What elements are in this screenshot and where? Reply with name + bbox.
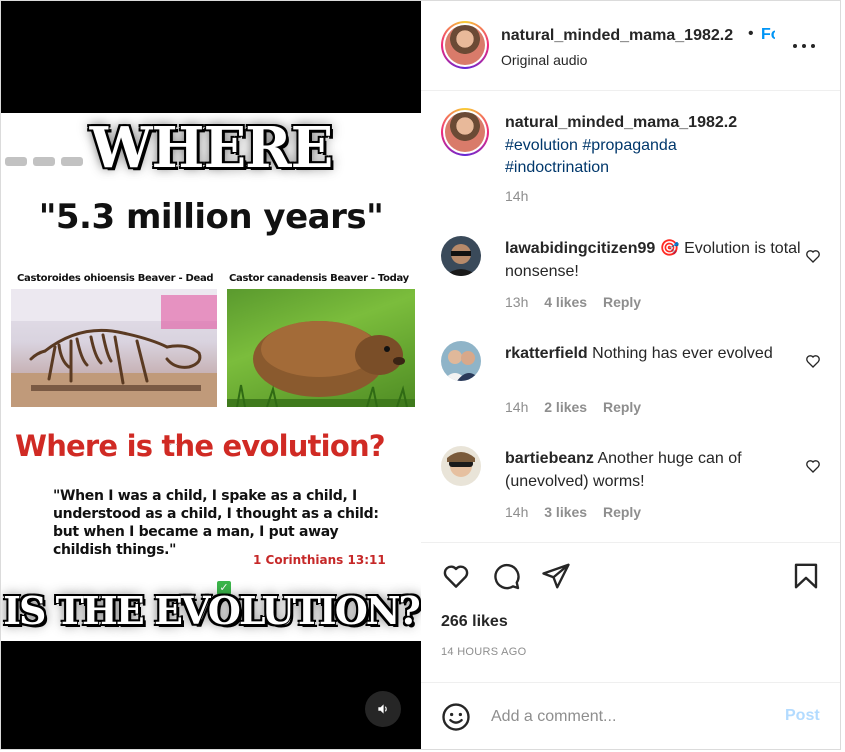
- comment-likes[interactable]: 3 likes: [544, 504, 587, 520]
- comment-icon[interactable]: [491, 561, 521, 591]
- comment-item: lawabidingcitizen99 🎯 Evolution is total…: [421, 236, 840, 336]
- post-timestamp[interactable]: 14 HOURS AGO: [441, 646, 527, 658]
- comment-time[interactable]: 14h: [505, 504, 528, 520]
- reply-button[interactable]: Reply: [603, 399, 641, 415]
- caption-time[interactable]: 14h: [505, 188, 528, 204]
- post-comment-button[interactable]: Post: [785, 707, 820, 725]
- comment-like-icon[interactable]: [805, 458, 821, 474]
- comment-meta: 14h 3 likes Reply: [505, 504, 653, 520]
- comment-text: lawabidingcitizen99 🎯 Evolution is total…: [505, 238, 805, 283]
- comment-username[interactable]: bartiebeanz: [505, 450, 594, 467]
- comment-like-icon[interactable]: [805, 248, 821, 264]
- comment-likes[interactable]: 4 likes: [544, 294, 587, 310]
- more-options-icon[interactable]: [791, 41, 817, 51]
- emoji-icon[interactable]: [441, 702, 471, 732]
- comment-text: rkatterfield Nothing has ever evolved: [505, 343, 805, 366]
- post-caption: natural_minded_mama_1982.2 #evolution #p…: [505, 112, 805, 180]
- hashtag-indoctrination[interactable]: #indoctrination: [505, 159, 609, 176]
- comment-text: bartiebeanz Another huge can of (unevolv…: [505, 448, 805, 493]
- reply-button[interactable]: Reply: [603, 294, 641, 310]
- follow-button[interactable]: Fo: [761, 26, 775, 44]
- speaker-icon: [378, 704, 387, 714]
- comment-item: bartiebeanz Another huge can of (unevolv…: [421, 446, 840, 546]
- comment-meta: 13h 4 likes Reply: [505, 294, 653, 310]
- post-image: "5.3 million years" Castoroides ohioensi…: [1, 113, 421, 641]
- likes-count[interactable]: 266 likes: [441, 613, 508, 631]
- fossil-skeleton-image: [11, 289, 217, 407]
- caption-username[interactable]: natural_minded_mama_1982.2: [505, 114, 737, 131]
- caption-right: Castor canadensis Beaver - Today: [229, 273, 409, 284]
- comment-body: Nothing has ever evolved: [592, 345, 773, 362]
- author-avatar[interactable]: [441, 21, 489, 69]
- audio-label[interactable]: Original audio: [501, 52, 587, 68]
- comment-time[interactable]: 13h: [505, 294, 528, 310]
- watermark-text: · · ·: [169, 439, 185, 450]
- reply-button[interactable]: Reply: [603, 504, 641, 520]
- headline-text: "5.3 million years": [38, 197, 384, 237]
- beaver-photo: [227, 289, 415, 407]
- commenter-avatar[interactable]: [441, 236, 481, 276]
- post-header: natural_minded_mama_1982.2 • Fo Original…: [421, 1, 840, 91]
- post-sidebar: natural_minded_mama_1982.2 • Fo Original…: [421, 1, 840, 749]
- question-text: Where is the evolution?: [15, 429, 386, 463]
- target-emoji: 🎯: [659, 240, 680, 257]
- caption-avatar[interactable]: [441, 108, 489, 156]
- comment-username[interactable]: lawabidingcitizen99: [505, 240, 655, 257]
- comment-meta: 14h 2 likes Reply: [505, 399, 653, 415]
- comment-username[interactable]: rkatterfield: [505, 345, 588, 362]
- caption-left: Castoroides ohioensis Beaver - Dead: [17, 273, 214, 284]
- verse-reference: 1 Corinthians 13:11: [253, 553, 386, 567]
- hashtag-evolution[interactable]: #evolution: [505, 137, 578, 154]
- bookmark-icon[interactable]: [791, 561, 821, 591]
- separator-dot: •: [748, 25, 754, 42]
- author-username[interactable]: natural_minded_mama_1982.2: [501, 27, 733, 45]
- commenter-avatar[interactable]: [441, 446, 481, 486]
- post-media[interactable]: "5.3 million years" Castoroides ohioensi…: [1, 1, 421, 749]
- mute-button[interactable]: [365, 691, 401, 727]
- share-icon[interactable]: [541, 561, 571, 591]
- comments-section: natural_minded_mama_1982.2 #evolution #p…: [421, 92, 840, 542]
- bible-quote-text: "When I was a child, I spake as a child,…: [53, 488, 379, 558]
- comment-likes[interactable]: 2 likes: [544, 399, 587, 415]
- overlay-bottom-text: IS THE EVOLUTION?: [2, 587, 421, 634]
- comment-item: rkatterfield Nothing has ever evolved 14…: [421, 341, 840, 441]
- comment-like-icon[interactable]: [805, 353, 821, 369]
- commenter-avatar[interactable]: [441, 341, 481, 381]
- comment-time[interactable]: 14h: [505, 399, 528, 415]
- heart-icon[interactable]: [441, 561, 471, 591]
- add-comment-bar: Post: [421, 682, 840, 749]
- post-actions: 266 likes 14 HOURS AGO: [421, 542, 840, 682]
- hashtag-propaganda[interactable]: #propaganda: [582, 137, 676, 154]
- overlay-top-text: WHERE: [89, 114, 335, 182]
- comment-input[interactable]: [491, 702, 771, 732]
